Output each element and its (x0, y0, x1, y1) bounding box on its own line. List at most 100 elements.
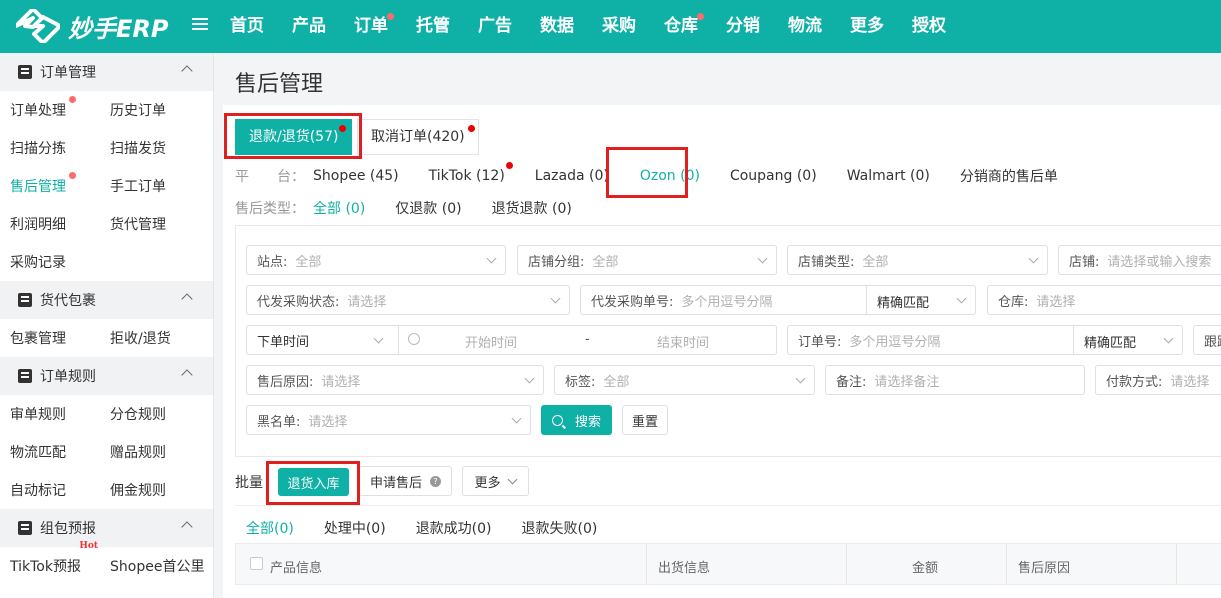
sidebar-item-aftersale[interactable]: 售后管理 (10, 172, 110, 196)
exact-match-select[interactable]: 精确匹配 (1084, 332, 1136, 351)
chevron-up-icon[interactable] (181, 293, 193, 305)
reset-button[interactable]: 重置 (622, 405, 668, 435)
exact-match-select[interactable]: 精确匹配 (877, 292, 929, 311)
table-header: 产品信息 出货信息 金额 售后原因 (235, 543, 1221, 585)
sidebar-item-warehouse-rules[interactable]: 分仓规则 (110, 404, 166, 424)
remark-select[interactable]: 备注: 请选择备注 (825, 365, 1085, 395)
hot-badge: Hot (79, 541, 98, 551)
nav-item-10[interactable]: 更多 (850, 0, 912, 53)
chevron-down-icon (757, 253, 768, 264)
aftersale-type-refund-only[interactable]: 仅退款 (0) (395, 198, 461, 218)
sidebar-group-order-management[interactable]: 订单管理 (0, 53, 213, 91)
nav-item-5[interactable]: 数据 (540, 0, 602, 53)
select-all-checkbox[interactable] (250, 557, 263, 570)
platform-label: 平 台： (235, 169, 305, 185)
chevron-down-icon (524, 373, 535, 384)
sidebar-item-scan-sort[interactable]: 扫描分拣 (10, 138, 110, 158)
nav-item-0[interactable]: 首页 (230, 0, 292, 53)
nav-item-2[interactable]: 订单 (354, 0, 416, 53)
logo[interactable]: 妙手ERP (16, 9, 168, 43)
time-type-select[interactable]: 下单时间 (257, 331, 309, 350)
order-no-input[interactable]: 订单号: 多个用逗号分隔 精确匹配 (787, 325, 1183, 355)
platform-distributor[interactable]: 分销商的售后单 (960, 166, 1058, 186)
aftersale-type-all[interactable]: 全部 (0) (313, 198, 365, 218)
notification-dot (69, 172, 76, 179)
sidebar-item-package-management[interactable]: 包裹管理 (10, 328, 110, 348)
aftersale-type-filter: 售后类型： 全部 (0) 仅退款 (0) 退货退款 (0) (235, 198, 572, 218)
nav-item-11[interactable]: 授权 (912, 0, 974, 53)
sidebar-item-reject-return[interactable]: 拒收/退货 (110, 328, 171, 348)
nav-item-8[interactable]: 分销 (726, 0, 788, 53)
aftersale-reason-select[interactable]: 售后原因: 请选择 (246, 365, 544, 395)
tab-cancel-order[interactable]: 取消订单(420) (357, 119, 479, 155)
sidebar-item-order-processing[interactable]: 订单处理 (10, 96, 110, 120)
order-icon (18, 65, 32, 79)
platform-shopee[interactable]: Shopee (45) (313, 168, 399, 184)
sidebar-item-shopee-first-mile[interactable]: Shopee首公里 (110, 556, 204, 576)
highlight-box (606, 147, 688, 198)
platform-tiktok[interactable]: TikTok (12) (429, 162, 513, 184)
aftersale-type-return-refund[interactable]: 退货退款 (0) (492, 198, 572, 218)
payment-method-select[interactable]: 付款方式: 请选择 (1095, 365, 1221, 395)
purchase-no-input[interactable]: 代发采购单号: 多个用逗号分隔 精确匹配 (580, 285, 976, 315)
site-select[interactable]: 站点: 全部 (246, 245, 506, 275)
sidebar-group-bundle-forecast[interactable]: 组包预报 (0, 509, 213, 547)
nav-item-1[interactable]: 产品 (292, 0, 354, 53)
sidebar-group-title: 订单规则 (40, 369, 96, 385)
sidebar-group-order-rules[interactable]: 订单规则 (0, 357, 213, 395)
sidebar-item-tiktok-forecast[interactable]: TikTok预报 Hot (10, 541, 110, 576)
blacklist-select[interactable]: 黑名单: 请选择 (246, 405, 531, 435)
package-icon (18, 293, 32, 307)
nav-item-7[interactable]: 仓库 (664, 0, 726, 53)
sidebar-group-title: 货代包裹 (40, 293, 96, 309)
sidebar-item-purchase-records[interactable]: 采购记录 (10, 252, 66, 272)
sidebar-group-forwarder-packages[interactable]: 货代包裹 (0, 281, 213, 319)
search-button[interactable]: 搜索 (541, 405, 612, 435)
sidebar-item-commission-rules[interactable]: 佣金规则 (110, 480, 166, 500)
sidebar-item-forwarder-management[interactable]: 货代管理 (110, 214, 166, 234)
sidebar-item-manual-order[interactable]: 手工订单 (110, 176, 166, 196)
notification-dot (697, 13, 704, 20)
sidebar: 订单管理 订单处理 历史订单 扫描分拣 扫描发货 售后管理 手工订单 利润明细 … (0, 53, 214, 598)
logo-text: 妙手ERP (68, 14, 169, 43)
more-dropdown[interactable]: 更多 (462, 466, 529, 496)
chevron-up-icon[interactable] (181, 369, 193, 381)
chevron-down-icon (550, 293, 561, 304)
sidebar-item-review-rules[interactable]: 审单规则 (10, 404, 110, 424)
notification-dot (387, 13, 394, 20)
shop-type-select[interactable]: 店铺类型: 全部 (787, 245, 1048, 275)
notification-dot (467, 125, 475, 132)
purchase-status-select[interactable]: 代发采购状态: 请选择 (246, 285, 570, 315)
sidebar-item-scan-ship[interactable]: 扫描发货 (110, 138, 166, 158)
sidebar-item-gift-rules[interactable]: 赠品规则 (110, 442, 166, 462)
tracking-field[interactable]: 跟踪 (1193, 325, 1221, 355)
sidebar-item-profit-detail[interactable]: 利润明细 (10, 214, 110, 234)
nav-item-3[interactable]: 托管 (416, 0, 478, 53)
shop-select[interactable]: 店铺: 请选择或输入搜索 (1058, 245, 1221, 275)
chevron-up-icon[interactable] (181, 65, 193, 77)
sidebar-item-auto-tag[interactable]: 自动标记 (10, 480, 110, 500)
page-title: 售后管理 (235, 72, 324, 97)
end-time-input[interactable]: 结束时间 (657, 332, 709, 351)
platform-lazada[interactable]: Lazada (0) (535, 168, 609, 184)
start-time-input[interactable]: 开始时间 (465, 332, 517, 351)
nav-item-6[interactable]: 采购 (602, 0, 664, 53)
apply-aftersale-button[interactable]: 申请售后? (359, 466, 452, 496)
nav-item-9[interactable]: 物流 (788, 0, 850, 53)
notification-dot (69, 96, 76, 103)
chevron-down-icon (486, 253, 497, 264)
hamburger-menu-icon[interactable] (192, 15, 208, 35)
shop-group-select[interactable]: 店铺分组: 全部 (517, 245, 777, 275)
nav-item-4[interactable]: 广告 (478, 0, 540, 53)
sidebar-item-logistics-match[interactable]: 物流匹配 (10, 442, 110, 462)
tag-select[interactable]: 标签: 全部 (554, 365, 815, 395)
platform-coupang[interactable]: Coupang (0) (730, 168, 817, 184)
time-range-filter[interactable]: 下单时间 开始时间 - 结束时间 (246, 325, 777, 355)
warehouse-select[interactable]: 仓库: 请选择 (987, 285, 1221, 315)
sidebar-item-order-history[interactable]: 历史订单 (110, 100, 166, 120)
divider (235, 505, 1221, 506)
notification-dot (505, 162, 513, 169)
platform-walmart[interactable]: Walmart (0) (847, 168, 930, 184)
chevron-up-icon[interactable] (181, 521, 193, 533)
chevron-down-icon (507, 474, 518, 485)
